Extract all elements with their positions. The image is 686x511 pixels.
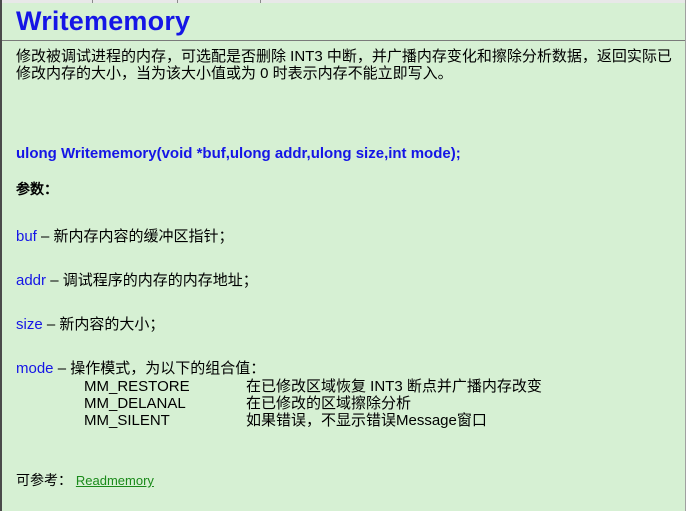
mode-name: MM_DELANAL <box>84 395 186 412</box>
mode-desc: 在已修改的区域擦除分析 <box>246 395 412 412</box>
param-size: size – 新内容的大小； <box>16 316 164 333</box>
mode-desc: 在已修改区域恢复 INT3 断点并广播内存改变 <box>246 378 542 395</box>
title-bar: Writememory <box>2 3 685 41</box>
params-heading: 参数： <box>16 181 58 197</box>
param-addr: addr – 调试程序的内存的内存地址； <box>16 272 258 289</box>
help-window: Writememory 修改被调试进程的内存，可选配是否删除 INT3 中断，并… <box>0 0 686 511</box>
mode-desc: 如果错误，不显示错误Message窗口 <box>246 412 487 429</box>
param-buf: buf – 新内存内容的缓冲区指针； <box>16 228 234 245</box>
param-name: buf <box>16 228 37 245</box>
param-desc: 操作模式，为以下的组合值： <box>70 360 266 377</box>
see-also-label: 可参考： <box>16 472 72 488</box>
param-name: mode <box>16 360 54 377</box>
param-sep: – <box>46 272 63 289</box>
mode-row: MM_SILENT 如果错误，不显示错误Message窗口 <box>84 412 542 429</box>
mode-name: MM_SILENT <box>84 412 170 429</box>
see-also: 可参考： Readmemory <box>16 470 154 490</box>
mode-row: MM_DELANAL 在已修改的区域擦除分析 <box>84 395 542 412</box>
param-sep: – <box>36 228 54 245</box>
param-desc: 新内容的大小； <box>59 316 165 333</box>
param-sep: – <box>42 316 60 333</box>
mode-row: MM_RESTORE 在已修改区域恢复 INT3 断点并广播内存改变 <box>84 378 542 395</box>
page-title: Writememory <box>16 6 191 36</box>
mode-name: MM_RESTORE <box>84 378 190 395</box>
function-signature: ulong Writememory(void *buf,ulong addr,u… <box>16 145 461 162</box>
param-desc: 新内存内容的缓冲区指针； <box>53 228 234 245</box>
param-name: addr <box>16 272 47 289</box>
mode-list: MM_RESTORE 在已修改区域恢复 INT3 断点并广播内存改变 MM_DE… <box>84 378 542 429</box>
param-desc: 调试程序的内存的内存地址； <box>62 272 258 289</box>
content-area: 修改被调试进程的内存，可选配是否删除 INT3 中断，并广播内存变化和擦除分析数… <box>16 48 680 82</box>
param-mode: mode – 操作模式，为以下的组合值： <box>16 360 265 377</box>
readmemory-link[interactable]: Readmemory <box>76 473 154 488</box>
description-text: 修改被调试进程的内存，可选配是否删除 INT3 中断，并广播内存变化和擦除分析数… <box>16 48 672 82</box>
param-sep: – <box>53 360 71 377</box>
param-name: size <box>16 316 43 333</box>
